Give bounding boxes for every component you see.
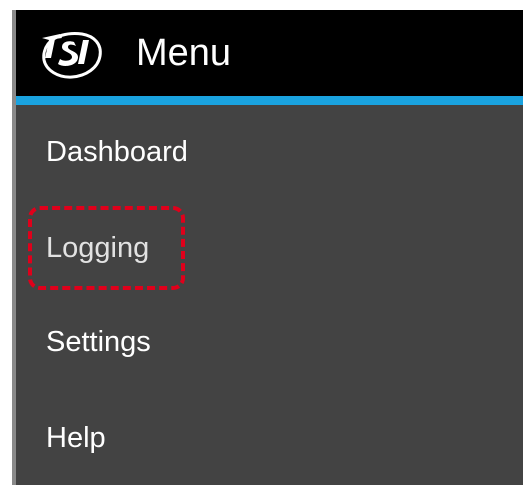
menu-item-help[interactable]: Help (46, 418, 106, 458)
tsi-logo-icon (42, 32, 102, 79)
menu-panel: Menu Dashboard Logging Settings Help (12, 10, 523, 485)
menu-item-settings[interactable]: Settings (46, 322, 151, 362)
menu-header: Menu (16, 10, 523, 96)
menu-item-dashboard[interactable]: Dashboard (46, 132, 188, 172)
menu-title: Menu (136, 32, 232, 74)
header-accent-bar (16, 96, 523, 105)
menu-item-logging[interactable]: Logging (46, 228, 149, 268)
